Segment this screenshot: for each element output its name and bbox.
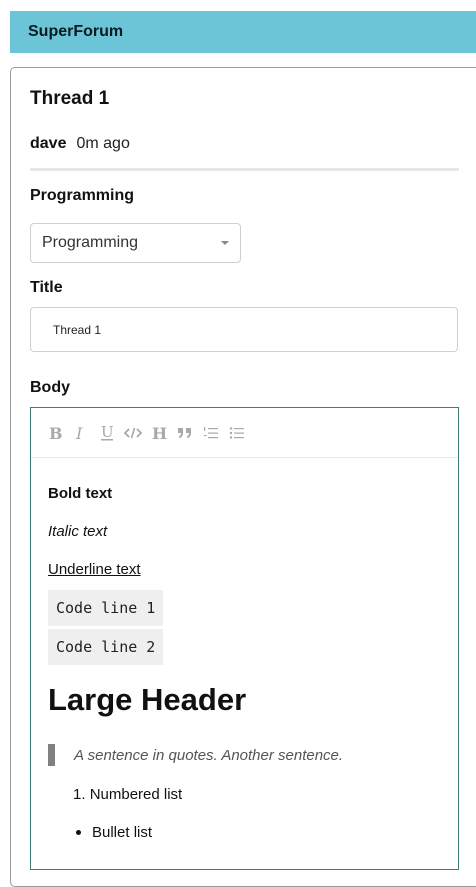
quote-icon xyxy=(178,427,191,438)
svg-text:H: H xyxy=(152,425,167,441)
thread-time: 0m ago xyxy=(76,135,130,152)
quote-bar xyxy=(48,744,55,766)
top-bar: SuperForum xyxy=(10,11,476,53)
title-input[interactable] xyxy=(30,307,458,352)
italic-text: Italic text xyxy=(48,523,108,540)
bullet-list-text: Bullet list xyxy=(92,824,153,841)
code-line: Code line 2 xyxy=(48,629,164,665)
numbered-list-item: 1. Numbered list xyxy=(73,786,182,803)
chevron-down-icon xyxy=(221,241,229,245)
app-brand[interactable]: SuperForum xyxy=(28,23,123,41)
editor-toolbar: B I U H xyxy=(31,408,458,458)
underline-icon: U xyxy=(101,424,114,441)
thread-title: Thread 1 xyxy=(30,88,110,109)
bullet-list-item: Bullet list xyxy=(73,824,152,841)
quote-text: A sentence in quotes. Another sentence. xyxy=(74,746,344,764)
heading-button[interactable]: H xyxy=(150,422,168,444)
bold-icon: B xyxy=(49,425,62,441)
code-line: Code line 1 xyxy=(48,590,164,626)
bullet-list-button[interactable] xyxy=(228,422,246,444)
svg-text:I: I xyxy=(75,425,83,441)
thread-author[interactable]: dave xyxy=(30,135,66,152)
blockquote: A sentence in quotes. Another sentence. xyxy=(48,744,343,766)
bold-text: Bold text xyxy=(48,485,113,502)
numbered-list-text: Numbered list xyxy=(89,786,183,803)
bullet-dot xyxy=(76,830,81,835)
category-label: Programming xyxy=(30,187,135,204)
numbered-list-icon xyxy=(204,426,218,438)
heading-icon: H xyxy=(152,425,167,441)
code-icon xyxy=(124,427,142,438)
svg-text:U: U xyxy=(101,424,114,441)
large-header: Large Header xyxy=(48,682,247,717)
category-select-value: Programming xyxy=(42,234,139,251)
quote-button[interactable] xyxy=(176,422,194,444)
body-editor[interactable]: B I U H Bold text Italic text Underline … xyxy=(30,407,459,870)
underline-button[interactable]: U xyxy=(98,422,116,444)
bold-button[interactable]: B xyxy=(46,422,64,444)
category-select[interactable]: Programming xyxy=(30,223,241,263)
italic-icon: I xyxy=(75,425,83,441)
bullet-list-icon xyxy=(229,426,244,439)
list-number: 1. xyxy=(73,786,86,803)
svg-text:B: B xyxy=(49,425,62,441)
thread-meta: dave 0m ago xyxy=(30,135,130,153)
body-label: Body xyxy=(30,379,70,396)
divider xyxy=(30,168,459,171)
numbered-list-button[interactable] xyxy=(202,422,220,444)
title-label: Title xyxy=(30,279,63,296)
code-button[interactable] xyxy=(124,422,142,444)
underline-text: Underline text xyxy=(48,561,141,578)
italic-button[interactable]: I xyxy=(72,422,90,444)
